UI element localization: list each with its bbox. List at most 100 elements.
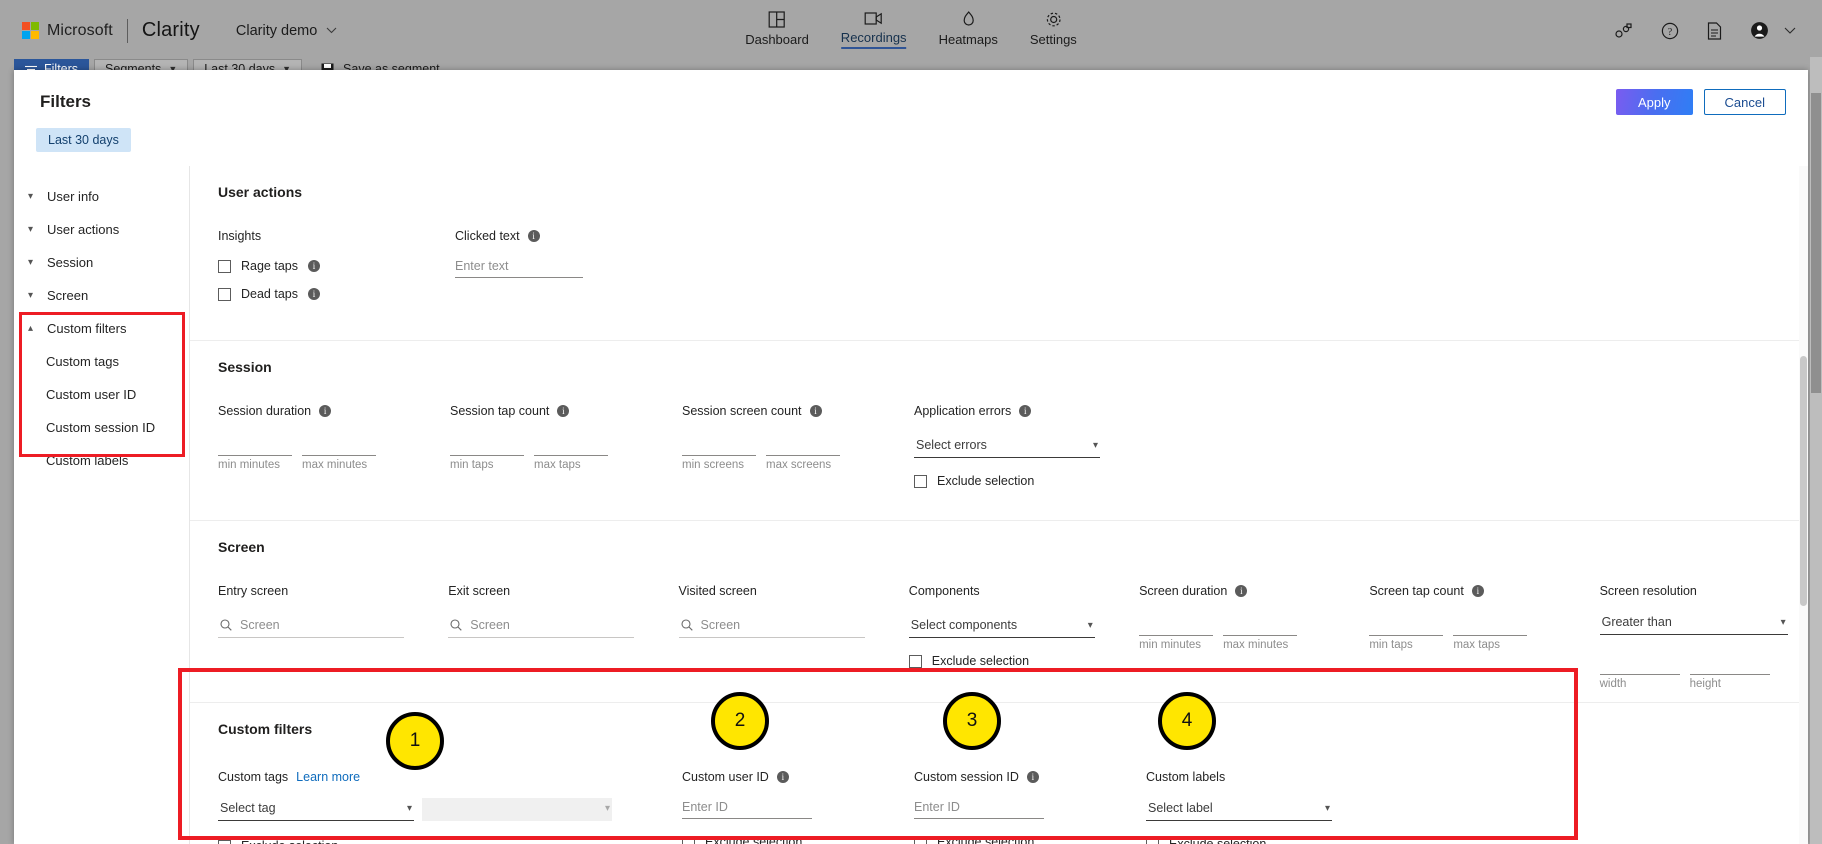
rage-taps-checkbox-row[interactable]: Rage taps i <box>218 259 455 273</box>
components-dropdown[interactable]: Select components ▾ <box>908 615 1095 638</box>
screen-tap-min[interactable]: min taps <box>1369 620 1444 651</box>
sidebar-item-custom-labels[interactable]: Custom labels <box>14 444 189 477</box>
entry-screen-search[interactable]: Screen <box>218 615 404 638</box>
section-title-session: Session <box>218 359 272 375</box>
date-range-chip[interactable]: Last 30 days <box>36 128 131 152</box>
custom-tags-exclude-row[interactable]: Exclude selection <box>218 839 682 844</box>
section-title-custom-filters: Custom filters <box>218 721 313 737</box>
screen-resolution-dropdown[interactable]: Greater than ▾ <box>1599 612 1788 635</box>
docs-icon[interactable] <box>1707 21 1722 40</box>
info-icon[interactable]: i <box>776 771 789 783</box>
nav-heatmaps-label: Heatmaps <box>938 31 998 47</box>
sidebar-item-custom-tags[interactable]: Custom tags <box>14 345 189 378</box>
sidebar-item-session[interactable]: ▾ Session <box>14 246 189 279</box>
components-exclude-row[interactable]: Exclude selection <box>908 654 1139 668</box>
custom-tags-value-dropdown[interactable]: ▾ <box>422 798 612 821</box>
screen-tap-max[interactable]: max taps <box>1453 620 1528 651</box>
custom-tags-exclude-checkbox[interactable] <box>218 839 231 844</box>
resolution-width-input[interactable]: width <box>1599 659 1680 690</box>
info-icon[interactable]: i <box>307 260 320 272</box>
exit-screen-search[interactable]: Screen <box>448 615 635 638</box>
panel-scrollbar-thumb[interactable] <box>1800 356 1807 606</box>
session-tap-max[interactable]: max taps <box>534 440 608 471</box>
clicked-text-input[interactable] <box>455 257 583 278</box>
sidebar-item-user-actions[interactable]: ▾ User actions <box>14 213 189 246</box>
sidebar-item-custom-user-id[interactable]: Custom user ID <box>14 378 189 411</box>
application-errors-dropdown[interactable]: Select errors ▾ <box>914 435 1100 458</box>
custom-labels-label: Custom labels <box>1146 770 1226 784</box>
screen-duration-min[interactable]: min minutes <box>1139 620 1214 651</box>
resolution-height-input[interactable]: height <box>1689 659 1770 690</box>
info-icon[interactable]: i <box>1019 405 1032 417</box>
dead-taps-checkbox[interactable] <box>218 287 231 301</box>
custom-tags-dropdown[interactable]: Select tag ▾ <box>218 798 414 821</box>
window-scrollbar-track[interactable] <box>1810 57 1822 844</box>
nav-heatmaps[interactable]: Heatmaps <box>938 10 998 51</box>
custom-labels-dropdown[interactable]: Select label ▾ <box>1146 798 1332 821</box>
info-icon[interactable]: i <box>809 405 822 417</box>
annotation-marker-3: 3 <box>943 692 1001 750</box>
clarity-wordmark: Clarity <box>141 19 200 41</box>
entry-screen-placeholder: Screen <box>240 618 280 632</box>
help-icon[interactable]: ? <box>1661 22 1679 40</box>
sidebar-item-user-info[interactable]: ▾ User info <box>14 180 189 213</box>
custom-session-id-exclude-checkbox[interactable] <box>914 835 927 844</box>
info-icon[interactable]: i <box>527 230 540 242</box>
brand-area: Microsoft Clarity Clarity demo <box>22 18 337 43</box>
section-title-screen: Screen <box>218 539 265 555</box>
custom-labels-exclude-checkbox[interactable] <box>1146 837 1159 844</box>
chevron-down-icon: ▾ <box>28 257 34 268</box>
filters-sidebar: ▾ User info ▾ User actions ▾ Session ▾ S… <box>14 166 190 844</box>
custom-user-id-exclude-label: Exclude selection <box>705 835 803 844</box>
search-icon <box>680 619 693 631</box>
session-duration-max[interactable]: max minutes <box>302 440 376 471</box>
window-scrollbar-thumb[interactable] <box>1811 93 1821 393</box>
info-icon[interactable]: i <box>557 405 570 417</box>
custom-user-id-exclude-row[interactable]: Exclude selection <box>682 835 914 844</box>
info-icon[interactable]: i <box>1235 585 1248 597</box>
application-errors-value: Select errors <box>916 438 987 452</box>
section-session: Session Session duration i min minutes m… <box>190 341 1808 520</box>
custom-session-id-exclude-row[interactable]: Exclude selection <box>914 835 1146 844</box>
cancel-button[interactable]: Cancel <box>1703 89 1786 115</box>
nav-recordings[interactable]: Recordings <box>840 11 907 51</box>
screen-duration-max[interactable]: max minutes <box>1223 620 1298 651</box>
custom-user-id-exclude-checkbox[interactable] <box>682 835 695 844</box>
apply-button[interactable]: Apply <box>1616 89 1693 115</box>
dead-taps-checkbox-row[interactable]: Dead taps i <box>218 287 455 301</box>
nav-dashboard[interactable]: Dashboard <box>745 10 809 51</box>
sidebar-item-custom-filters[interactable]: ▴ Custom filters <box>14 312 189 345</box>
panel-scrollbar-track[interactable] <box>1799 166 1808 844</box>
sidebar-item-screen[interactable]: ▾ Screen <box>14 279 189 312</box>
custom-tags-value: Select tag <box>220 801 276 815</box>
info-icon[interactable]: i <box>319 405 332 417</box>
chevron-down-icon: ▾ <box>28 290 34 301</box>
session-screen-min[interactable]: min screens <box>682 440 756 471</box>
project-selector[interactable]: Clarity demo <box>236 23 337 39</box>
info-icon[interactable]: i <box>1026 771 1039 783</box>
sidebar-item-custom-session-id[interactable]: Custom session ID <box>14 411 189 444</box>
components-exclude-checkbox[interactable] <box>908 654 922 668</box>
chevron-down-icon: ▾ <box>28 191 34 202</box>
chevron-down-icon: ▾ <box>604 803 610 814</box>
custom-tags-learn-more-link[interactable]: Learn more <box>296 770 360 784</box>
visited-screen-label: Visited screen <box>678 584 757 598</box>
sidebar-item-label: Session <box>47 255 94 270</box>
session-screen-max[interactable]: max screens <box>766 440 840 471</box>
rage-taps-checkbox[interactable] <box>218 259 231 273</box>
custom-labels-exclude-label: Exclude selection <box>1169 837 1267 844</box>
info-icon[interactable]: i <box>1471 585 1484 597</box>
search-icon <box>450 619 462 631</box>
session-exclude-checkbox[interactable] <box>914 474 927 488</box>
account-icon[interactable] <box>1750 21 1796 40</box>
session-duration-min[interactable]: min minutes <box>218 440 292 471</box>
nav-settings[interactable]: Settings <box>1030 11 1077 51</box>
info-icon[interactable]: i <box>307 288 320 300</box>
custom-user-id-input[interactable] <box>682 798 812 819</box>
custom-labels-exclude-row[interactable]: Exclude selection <box>1146 837 1386 844</box>
custom-session-id-input[interactable] <box>914 798 1044 819</box>
visited-screen-search[interactable]: Screen <box>678 615 865 638</box>
session-exclude-row[interactable]: Exclude selection <box>914 474 1146 488</box>
session-tap-min[interactable]: min taps <box>450 440 524 471</box>
share-icon[interactable] <box>1615 22 1633 39</box>
